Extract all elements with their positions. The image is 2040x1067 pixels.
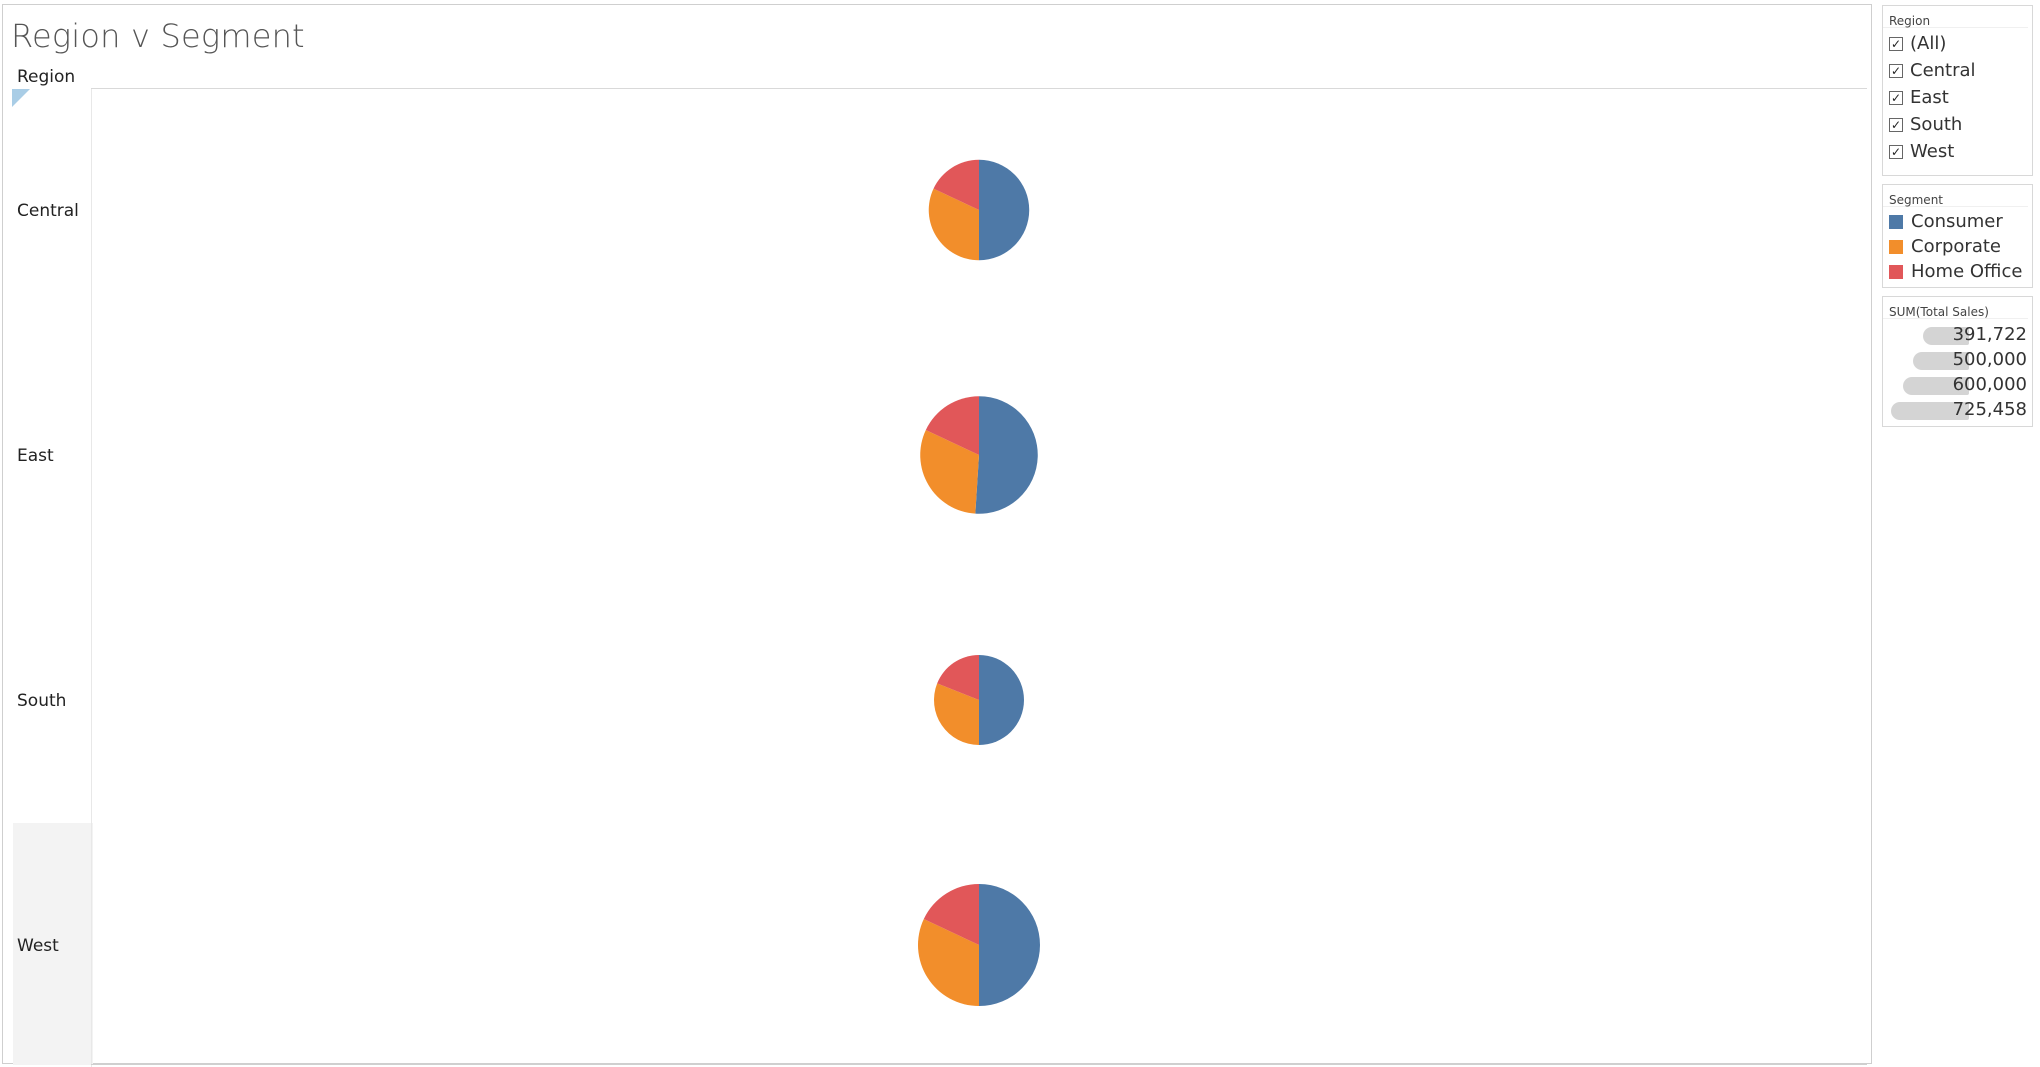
size-legend-item[interactable]: 600,000 [1883,373,2032,398]
filter-item-label: Central [1910,60,1976,81]
checkbox-icon[interactable]: ✓ [1889,36,1903,51]
legend-item[interactable]: Corporate [1883,234,2032,259]
filter-title: Region [1883,6,2028,28]
legend-swatch [1889,214,1903,229]
segment-legend-card: Segment Consumer Corporate Home Office [1882,184,2033,288]
pie-west[interactable] [917,884,1040,1007]
pie-south[interactable] [934,655,1024,745]
filter-item[interactable]: ✓ (All) [1883,30,2032,57]
checkbox-icon[interactable]: ✓ [1889,63,1903,78]
worksheet: Region v Segment Region Central East Sou… [2,4,1872,1067]
legend-list: Consumer Corporate Home Office [1883,207,2032,284]
filter-item-label: (All) [1910,33,1947,54]
size-legend-item[interactable]: 500,000 [1883,348,2032,373]
filter-item-label: East [1910,87,1949,108]
legend-swatch [1889,239,1903,254]
size-legend-value: 500,000 [1952,349,2027,370]
checkbox-icon[interactable]: ✓ [1889,117,1903,132]
filter-item[interactable]: ✓ South [1883,111,2032,138]
size-legend-title: SUM(Total Sales) [1883,297,2028,319]
size-legend-item[interactable]: 391,722 [1883,323,2032,348]
pie-slice-consumer[interactable] [975,396,1038,514]
pie-chart-area [917,159,1040,1007]
checkbox-icon[interactable]: ✓ [1889,144,1903,159]
legend-item-label: Home Office [1911,261,2023,282]
legend-item[interactable]: Home Office [1883,259,2032,284]
legend-item[interactable]: Consumer [1883,209,2032,234]
filter-item-label: South [1910,114,1963,135]
filter-item[interactable]: ✓ East [1883,84,2032,111]
filter-list: ✓ (All) ✓ Central ✓ East ✓ South ✓ West [1883,28,2032,165]
legend-item-label: Consumer [1911,211,2003,232]
region-filter-card: Region ✓ (All) ✓ Central ✓ East ✓ South ✓ West [1882,5,2033,176]
legend-title: Segment [1883,185,2028,207]
size-legend-value: 600,000 [1952,374,2027,395]
pie-slice-consumer[interactable] [979,884,1040,1006]
size-legend-item[interactable]: 725,458 [1883,398,2032,423]
checkbox-icon[interactable]: ✓ [1889,90,1903,105]
filter-item-label: West [1910,141,1955,162]
size-legend-card: SUM(Total Sales) 391,722 500,000 600,000 72… [1882,296,2033,427]
pie-slice-consumer[interactable] [979,159,1030,261]
filter-item[interactable]: ✓ Central [1883,57,2032,84]
pie-slice-consumer[interactable] [979,655,1024,745]
size-legend-value: 391,722 [1952,324,2027,345]
size-list: 391,722 500,000 600,000 725,458 [1883,319,2032,423]
filter-item[interactable]: ✓ West [1883,138,2032,165]
pie-central[interactable] [928,159,1030,261]
size-legend-value: 725,458 [1952,399,2027,420]
legend-item-label: Corporate [1911,236,2001,257]
pie-east[interactable] [920,396,1038,514]
legend-swatch [1889,264,1903,279]
